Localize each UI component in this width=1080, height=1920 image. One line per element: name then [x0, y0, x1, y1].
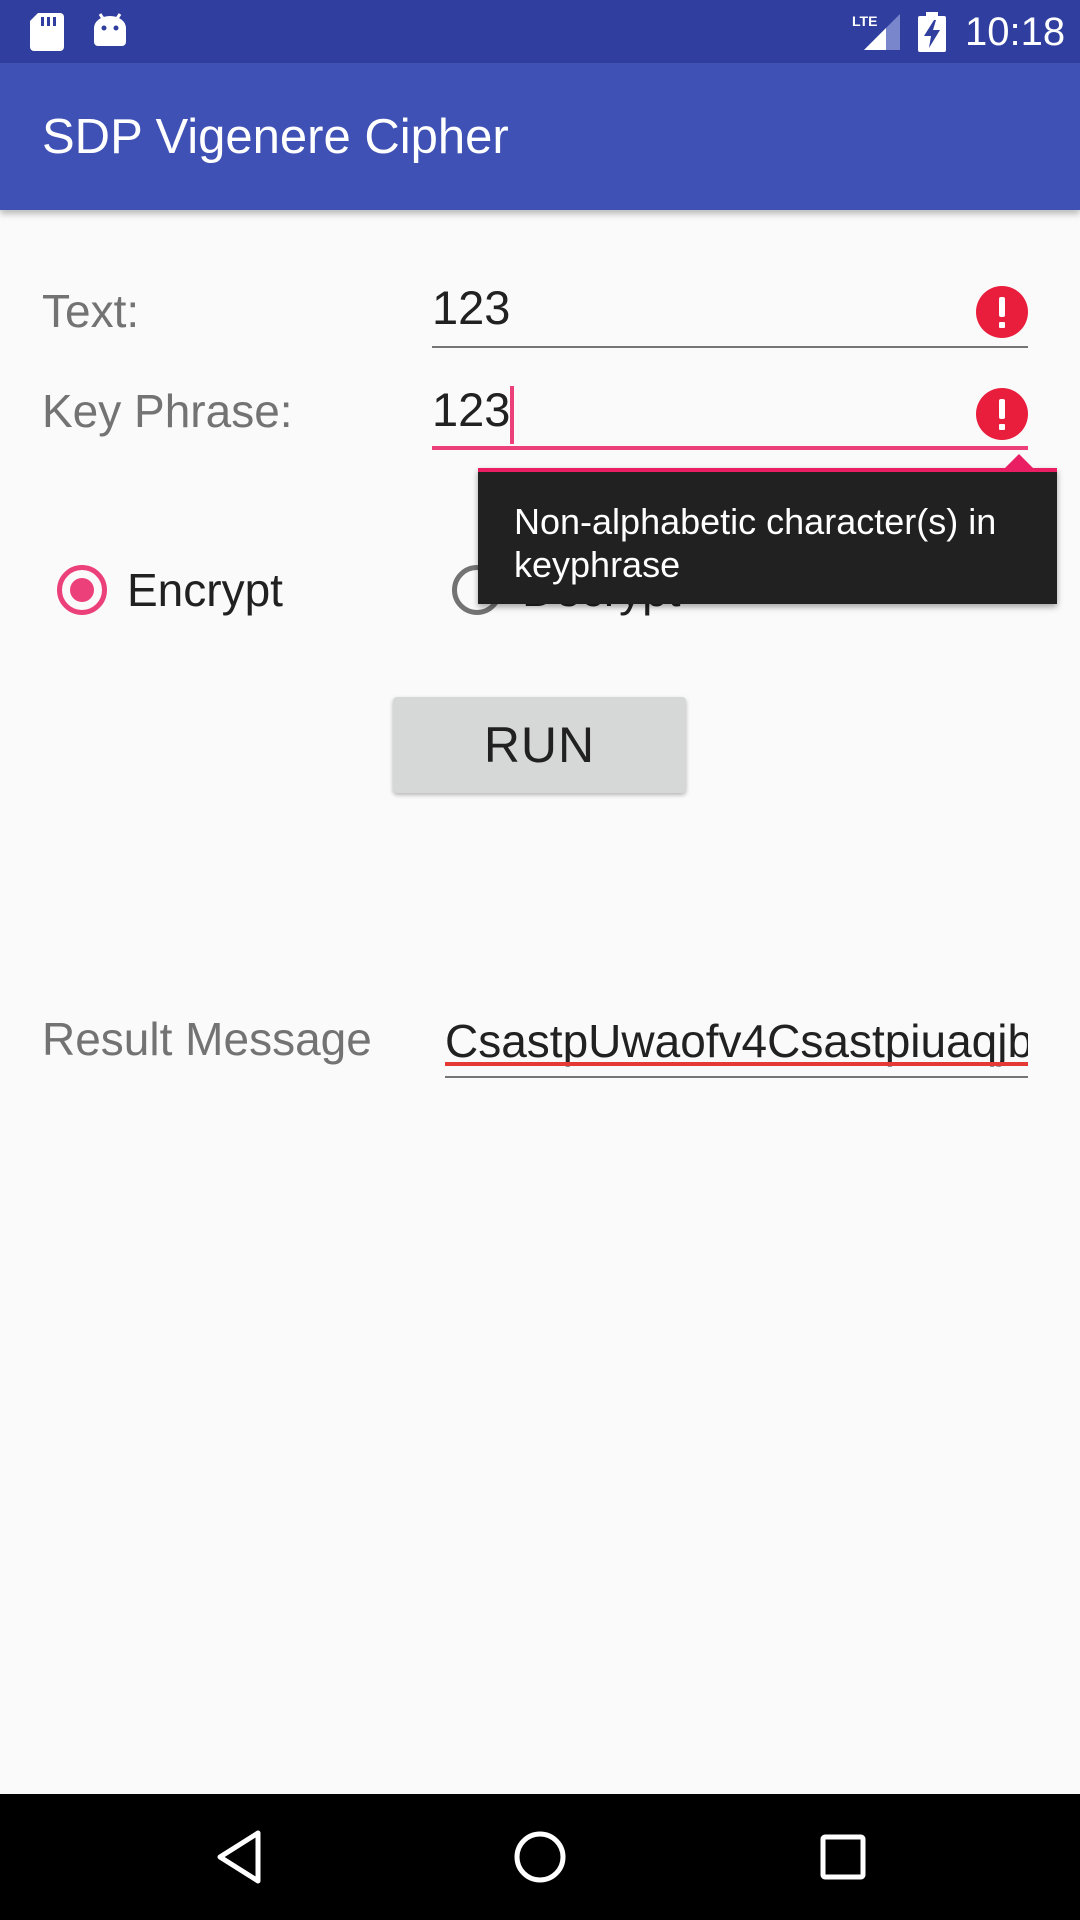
- battery-charging-icon: [918, 12, 946, 52]
- sd-card-icon: [30, 13, 64, 51]
- encrypt-radio[interactable]: Encrypt: [57, 560, 307, 620]
- error-message: Non-alphabetic character(s) in keyphrase: [514, 501, 997, 585]
- spellcheck-underline: [445, 1062, 1028, 1066]
- back-icon[interactable]: [210, 1827, 270, 1887]
- android-icon: [94, 13, 126, 46]
- lte-signal-icon: LTE: [852, 13, 900, 50]
- text-input-underline: [432, 346, 1028, 348]
- run-button[interactable]: RUN: [393, 697, 686, 793]
- navigation-bar: [0, 1794, 1080, 1920]
- keyphrase-input[interactable]: 123: [432, 380, 1028, 450]
- error-popup: Non-alphabetic character(s) in keyphrase: [478, 454, 1057, 604]
- status-bar: LTE 10:18: [0, 0, 1080, 63]
- result-label: Result Message: [42, 1013, 372, 1065]
- recents-icon[interactable]: [813, 1827, 873, 1887]
- encrypt-radio-label: Encrypt: [127, 564, 283, 616]
- result-underline: [445, 1076, 1028, 1078]
- home-icon[interactable]: [510, 1827, 570, 1887]
- keyphrase-input-value: 123: [432, 383, 511, 436]
- result-output[interactable]: CsastpUwaofv4Csastpiuaqjb: [445, 1010, 1028, 1078]
- error-icon: [976, 388, 1028, 440]
- error-icon: [976, 286, 1028, 338]
- radio-checked-icon: [57, 565, 107, 615]
- lte-label: LTE: [852, 13, 877, 29]
- text-cursor: [510, 386, 514, 444]
- text-label: Text:: [42, 285, 140, 337]
- text-input[interactable]: 123: [432, 278, 1028, 348]
- app-title: SDP Vigenere Cipher: [42, 110, 509, 164]
- text-input-value: 123: [432, 281, 511, 334]
- keyphrase-label: Key Phrase:: [42, 385, 293, 437]
- keyphrase-input-underline: [432, 446, 1028, 450]
- status-clock: 10:18: [965, 10, 1066, 54]
- error-popup-pointer: [1005, 454, 1033, 468]
- app-bar: SDP Vigenere Cipher: [0, 63, 1080, 210]
